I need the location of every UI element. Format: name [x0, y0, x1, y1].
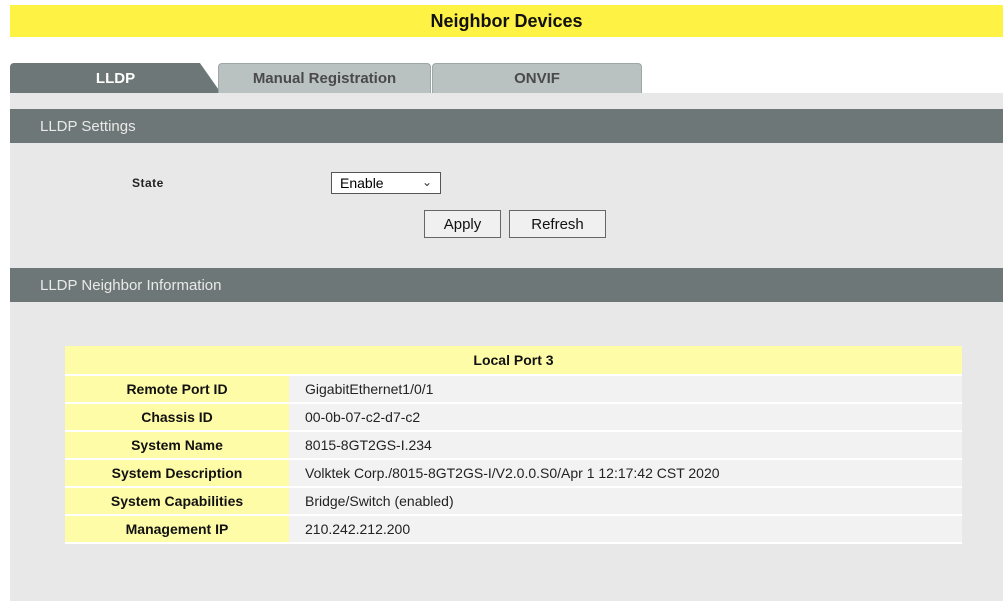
row-value: Bridge/Switch (enabled) [289, 487, 962, 516]
row-key: System Description [65, 459, 289, 488]
tab-onvif[interactable]: ONVIF [432, 63, 642, 93]
row-value: 210.242.212.200 [289, 515, 962, 544]
refresh-button[interactable]: Refresh [509, 210, 606, 238]
apply-button[interactable]: Apply [424, 210, 501, 238]
tab-manual-registration[interactable]: Manual Registration [218, 63, 431, 93]
local-port-header: Local Port 3 [65, 346, 962, 376]
table-row: Remote Port ID GigabitEthernet1/0/1 [65, 375, 962, 404]
neighbor-info-table: Local Port 3 Remote Port ID GigabitEther… [65, 346, 962, 544]
row-key: System Name [65, 431, 289, 460]
lldp-settings-header: LLDP Settings [10, 109, 1003, 143]
table-row: System Name 8015-8GT2GS-I.234 [65, 431, 962, 460]
table-row: System Description Volktek Corp./8015-8G… [65, 459, 962, 488]
row-value: 8015-8GT2GS-I.234 [289, 431, 962, 460]
page-title: Neighbor Devices [10, 5, 1003, 37]
neighbor-info-header: LLDP Neighbor Information [10, 268, 1003, 302]
row-value: 00-0b-07-c2-d7-c2 [289, 403, 962, 432]
table-row: Management IP 210.242.212.200 [65, 515, 962, 544]
row-key: Management IP [65, 515, 289, 544]
table-header-row: Local Port 3 [65, 346, 962, 376]
tab-lldp[interactable]: LLDP [10, 63, 221, 93]
chevron-down-icon: ⌄ [421, 175, 432, 189]
state-label: State [132, 176, 164, 190]
row-key: System Capabilities [65, 487, 289, 516]
state-select-value: Enable [340, 175, 384, 191]
row-key: Chassis ID [65, 403, 289, 432]
table-row: System Capabilities Bridge/Switch (enabl… [65, 487, 962, 516]
row-value: Volktek Corp./8015-8GT2GS-I/V2.0.0.S0/Ap… [289, 459, 962, 488]
table-row: Chassis ID 00-0b-07-c2-d7-c2 [65, 403, 962, 432]
row-value: GigabitEthernet1/0/1 [289, 375, 962, 404]
state-select[interactable]: Enable ⌄ [331, 172, 441, 194]
row-key: Remote Port ID [65, 375, 289, 404]
